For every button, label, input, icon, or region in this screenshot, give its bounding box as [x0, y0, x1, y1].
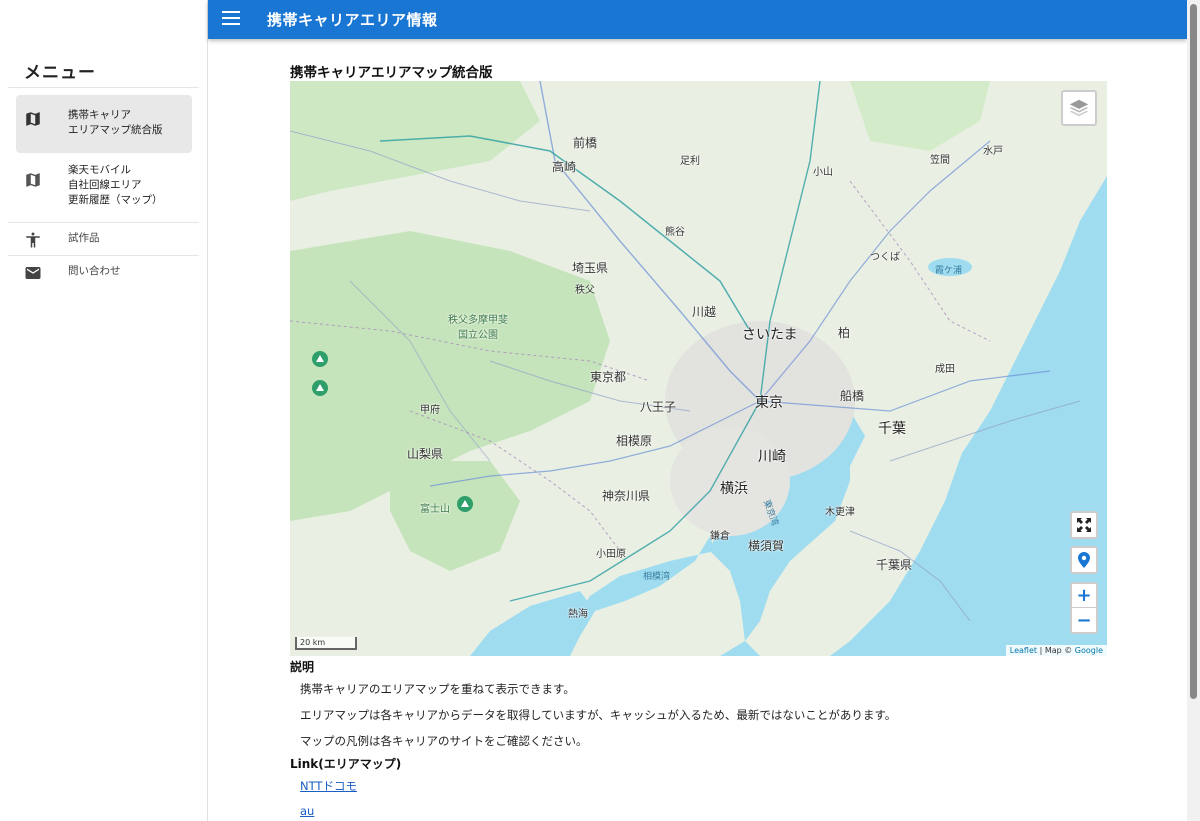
map-label: 東京: [755, 395, 783, 411]
map-label: 東京都: [590, 370, 627, 384]
map-label: 熊谷: [665, 227, 685, 238]
map-label: 高崎: [552, 160, 577, 174]
map-label: 富士山: [420, 504, 450, 515]
map-label: 小山: [813, 167, 833, 178]
map-label: 成田: [935, 364, 955, 375]
map-label: 秩父多摩甲斐 国立公園: [448, 315, 508, 341]
map-label: 甲府: [420, 405, 440, 416]
description-text: マップの凡例は各キャリアのサイトをご確認ください。: [300, 734, 588, 748]
google-link[interactable]: Google: [1075, 646, 1103, 655]
map-label: 埼玉県: [572, 261, 609, 275]
link-docomo[interactable]: NTTドコモ: [300, 778, 357, 794]
layers-icon: [1069, 99, 1089, 117]
map-label: 木更津: [825, 507, 855, 518]
sidebar-divider: [8, 222, 199, 223]
leaflet-link[interactable]: Leaflet: [1010, 646, 1037, 655]
app-title: 携帯キャリアエリア情報: [267, 11, 438, 29]
map-label: 小田原: [596, 549, 626, 560]
map-scale: 20 km: [295, 637, 357, 650]
map-attribution: Leaflet | Map © Google: [1005, 645, 1107, 656]
sidebar-item-prototype[interactable]: 試作品: [16, 229, 192, 249]
map-label: さいたま: [742, 327, 798, 343]
sidebar-item-contact[interactable]: 問い合わせ: [16, 262, 192, 282]
map-label: 千葉: [878, 421, 906, 437]
description-text: 携帯キャリアのエリアマップを重ねて表示できます。: [300, 682, 575, 696]
map-label: 川越: [692, 305, 717, 319]
map-label: 山梨県: [407, 447, 444, 461]
scrollbar-thumb[interactable]: [1190, 4, 1197, 699]
map-icon: [26, 173, 40, 187]
page-scrollbar[interactable]: [1187, 0, 1200, 821]
description-text: エリアマップは各キャリアからデータを取得していますが、キャッシュが入るため、最新…: [300, 708, 897, 722]
description-heading: 説明: [290, 660, 315, 674]
map-tiles: [290, 81, 1107, 656]
map-label: 笠間: [930, 155, 950, 166]
area-map[interactable]: 東京 川崎 横浜 千葉 さいたま 千葉県 神奈川県 東京都 埼玉県 山梨県 秩父…: [290, 81, 1107, 656]
sidebar-item-rakuten-history[interactable]: 楽天モバイル 自社回線エリア 更新履歴（マップ）: [16, 163, 192, 215]
attribution-text: | Map ©: [1037, 646, 1075, 655]
sidebar-item-label: 携帯キャリア エリアマップ統合版: [68, 109, 163, 136]
sidebar-item-label: 試作品: [68, 232, 100, 244]
sidebar-title: メニュー: [24, 63, 96, 83]
map-label: 相模湾: [643, 572, 671, 582]
map-label: 千葉県: [876, 558, 913, 572]
location-pin-icon: [1078, 552, 1090, 568]
map-label: 前橋: [573, 136, 598, 150]
links-heading: Link(エリアマップ): [290, 757, 402, 771]
fullscreen-button[interactable]: [1070, 511, 1098, 539]
layers-button[interactable]: [1061, 90, 1097, 126]
link-au[interactable]: au: [300, 804, 314, 818]
sidebar: メニュー 携帯キャリア エリアマップ統合版 楽天モバイル 自社回線エリア 更新履…: [0, 0, 208, 821]
map-icon: [26, 112, 40, 126]
map-title: 携帯キャリアエリアマップ統合版: [290, 65, 493, 81]
map-label: 相模原: [616, 434, 653, 448]
sidebar-item-label: 問い合わせ: [68, 265, 121, 277]
map-label: 八王子: [640, 400, 677, 414]
locate-button[interactable]: [1070, 546, 1098, 574]
map-label: 鎌倉: [710, 531, 730, 542]
mail-icon: [25, 267, 41, 279]
map-label: 柏: [838, 326, 851, 340]
map-label: 川崎: [758, 449, 786, 465]
sidebar-item-area-map[interactable]: 携帯キャリア エリアマップ統合版: [16, 95, 192, 153]
zoom-in-button[interactable]: +: [1072, 584, 1096, 608]
map-label: 足利: [680, 156, 700, 167]
map-label: 水戸: [983, 146, 1003, 157]
map-label: 霞ケ浦: [935, 266, 963, 276]
map-label: つくば: [870, 252, 900, 263]
sidebar-divider: [8, 255, 199, 256]
map-label: 秩父: [575, 285, 595, 296]
sidebar-item-label: 楽天モバイル 自社回線エリア 更新履歴（マップ）: [68, 164, 163, 206]
zoom-control: + −: [1070, 582, 1098, 634]
map-label: 神奈川県: [602, 489, 651, 503]
zoom-out-button[interactable]: −: [1072, 608, 1096, 632]
map-label: 船橋: [840, 389, 865, 403]
app-bar: 携帯キャリアエリア情報: [208, 0, 1187, 39]
sidebar-divider: [8, 87, 199, 88]
accessibility-icon: [26, 232, 40, 248]
map-label: 熱海: [568, 609, 588, 620]
menu-icon[interactable]: [222, 11, 240, 27]
fullscreen-icon: [1077, 518, 1091, 532]
map-label: 横浜: [720, 481, 748, 497]
map-label: 横須賀: [748, 539, 785, 553]
